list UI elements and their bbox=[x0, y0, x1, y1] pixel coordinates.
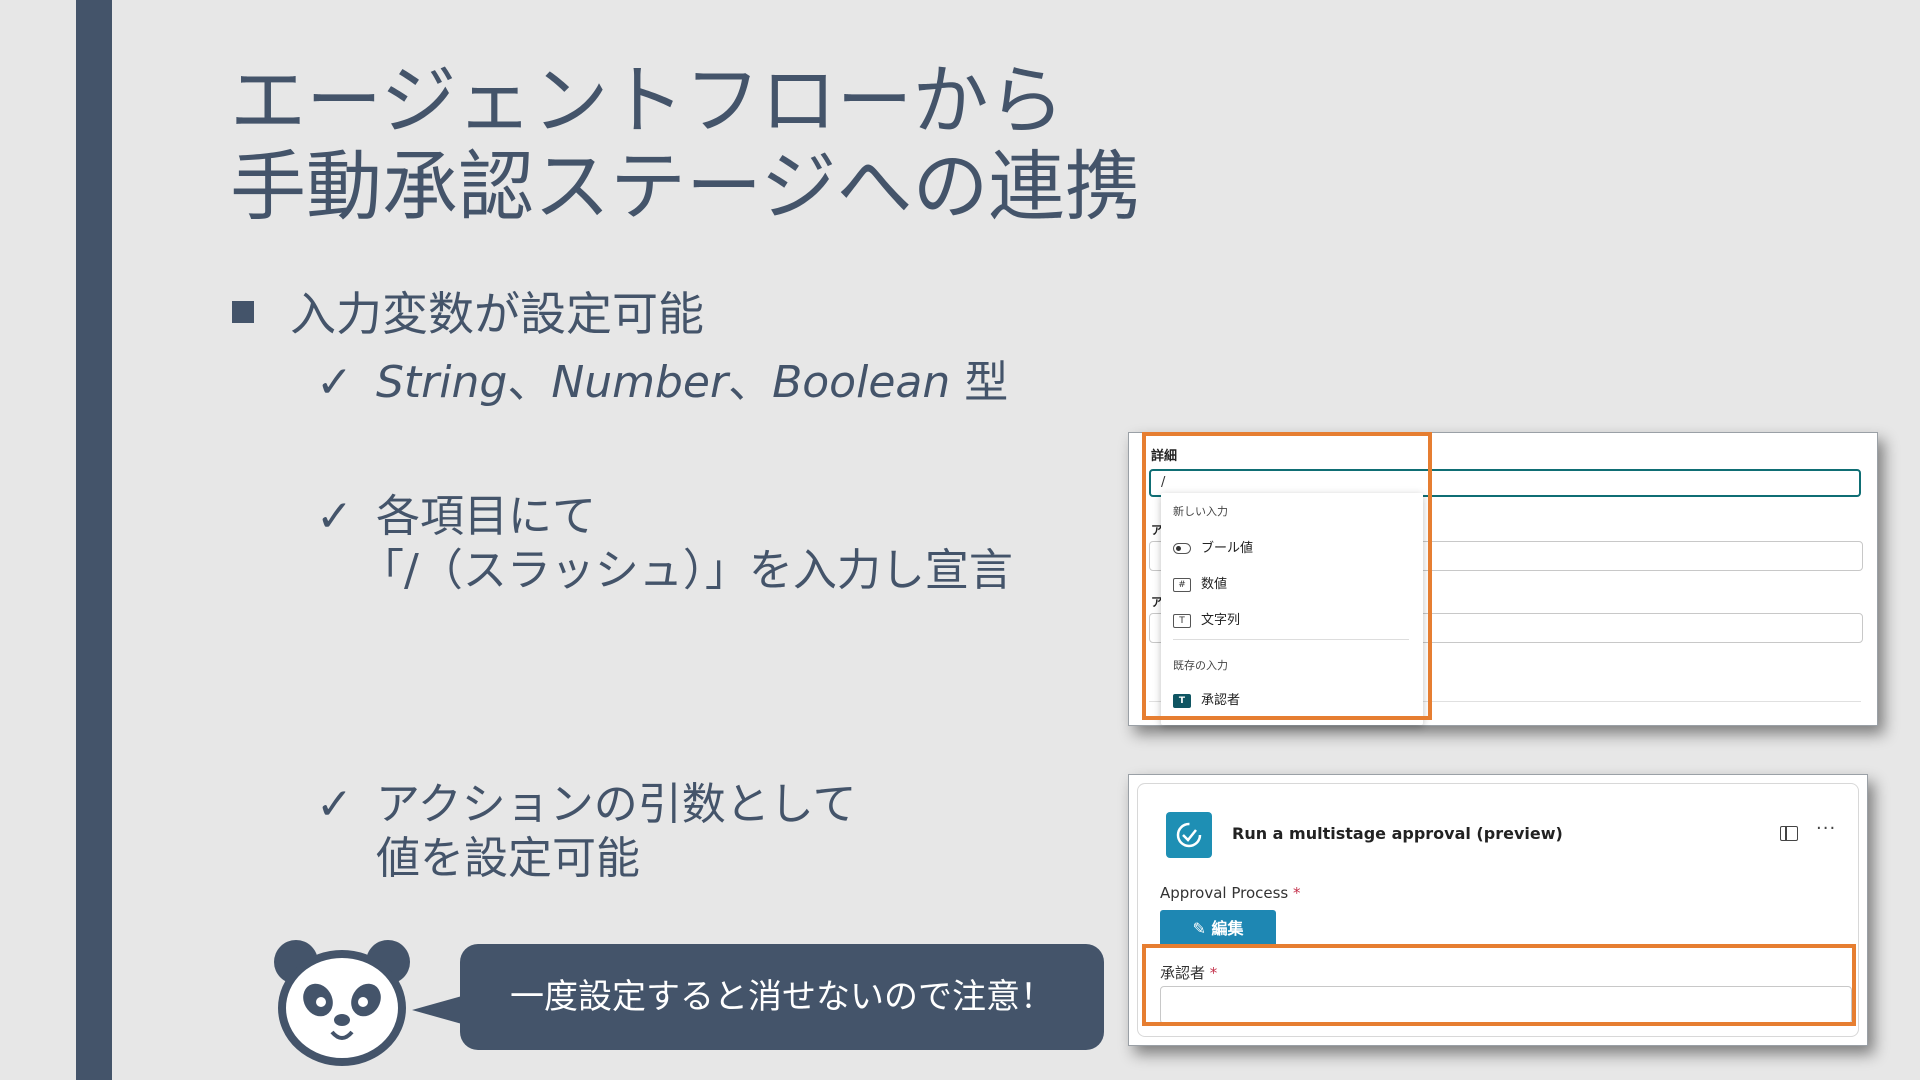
approval-app-icon bbox=[1166, 812, 1212, 858]
slash-line-1: 各項目にて bbox=[376, 491, 596, 542]
more-options-icon[interactable]: ··· bbox=[1816, 818, 1836, 839]
checkmark-icon: ✓ bbox=[316, 491, 353, 542]
main-bullet-text: 入力変数が設定可能 bbox=[290, 287, 704, 341]
slide-title: エージェントフローから 手動承認ステージへの連携 bbox=[230, 58, 1140, 230]
approval-process-label: Approval Process * bbox=[1160, 884, 1301, 902]
slash-line-2: 「/（スラッシュ）」を入力し宣言 bbox=[360, 545, 1013, 596]
speech-bubble-tail bbox=[412, 996, 462, 1024]
type-boolean: Boolean bbox=[772, 357, 951, 408]
types-text: String、Number、Boolean 型 bbox=[376, 356, 1008, 410]
square-bullet-icon bbox=[232, 300, 254, 323]
checkmark-icon: ✓ bbox=[316, 357, 353, 408]
type-number: Number bbox=[551, 357, 729, 408]
title-line-2: 手動承認ステージへの連携 bbox=[230, 142, 1141, 231]
action-line-2: 値を設定可能 bbox=[376, 833, 640, 884]
checkmark-icon: ✓ bbox=[316, 779, 353, 830]
panel-icon[interactable] bbox=[1780, 826, 1798, 841]
required-mark: * bbox=[1293, 884, 1301, 902]
title-line-1: エージェントフローから bbox=[230, 56, 1065, 145]
separator: 、 bbox=[507, 357, 552, 408]
type-string: String bbox=[376, 357, 508, 408]
main-bullet: 入力変数が設定可能 bbox=[232, 286, 704, 342]
speech-bubble: 一度設定すると消せないので注意！ bbox=[460, 944, 1104, 1050]
label-text: Approval Process bbox=[1160, 884, 1289, 902]
left-accent-bar bbox=[76, 0, 112, 1080]
action-title: Run a multistage approval (preview) bbox=[1232, 824, 1563, 843]
panda-mascot-icon bbox=[274, 940, 410, 1066]
action-line-1: アクションの引数として bbox=[376, 779, 857, 830]
highlight-box-approver bbox=[1142, 944, 1856, 1026]
separator: 、 bbox=[728, 357, 773, 408]
highlight-box-dropdown bbox=[1142, 432, 1432, 720]
type-suffix: 型 bbox=[950, 357, 1009, 408]
edit-button[interactable]: ✎ 編集 bbox=[1160, 910, 1276, 948]
